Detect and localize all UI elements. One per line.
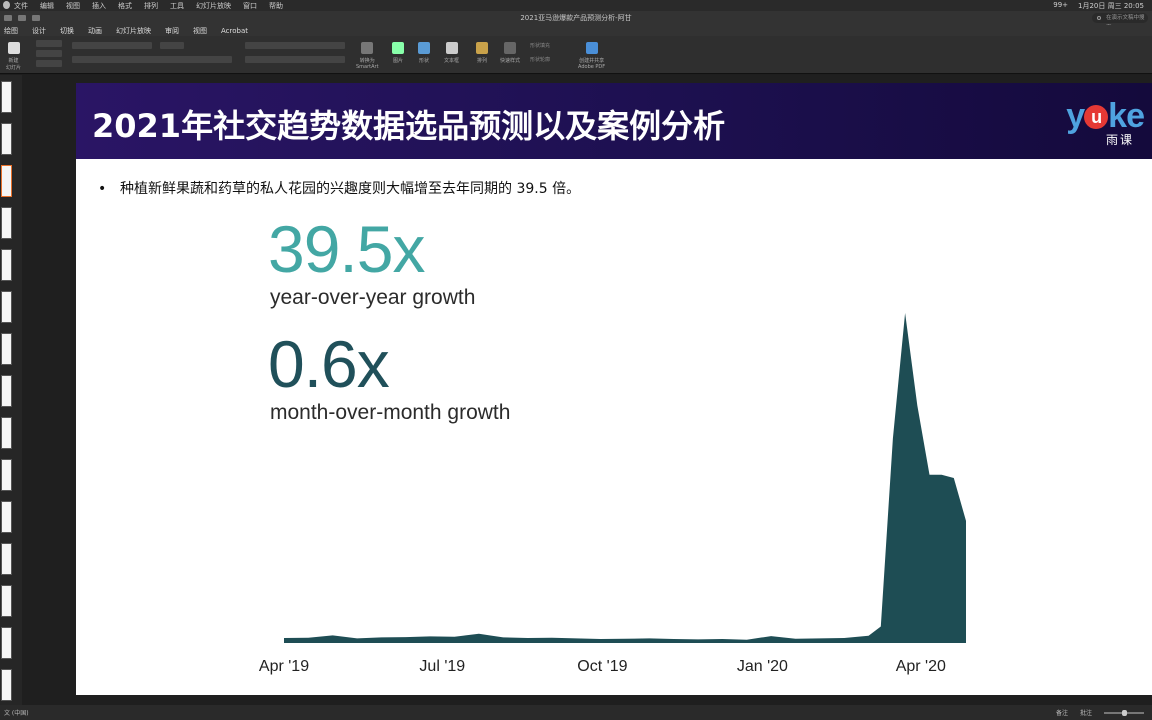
font-size-select[interactable]	[160, 42, 184, 49]
apple-icon[interactable]	[3, 1, 10, 9]
shape-fill-button[interactable]: 形状填充	[530, 42, 550, 49]
adobe-pdf-button[interactable]: 创建并共享 Adobe PDF	[578, 42, 605, 70]
tab-7[interactable]: Acrobat	[221, 27, 248, 35]
search-input[interactable]: 在演示文稿中搜索	[1092, 13, 1148, 31]
menu-item-7[interactable]: 幻灯片放映	[196, 1, 231, 11]
menu-item-6[interactable]: 工具	[170, 1, 184, 11]
menu-items: 文件 编辑 视图 插入 格式 排列 工具 幻灯片放映 窗口 帮助	[0, 1, 283, 11]
menu-item-9[interactable]: 帮助	[269, 1, 283, 11]
menu-item-1[interactable]: 编辑	[40, 1, 54, 11]
new-slide-label: 新建 幻灯片	[6, 58, 22, 71]
layout-button[interactable]	[36, 40, 62, 47]
menu-item-5[interactable]: 排列	[144, 1, 158, 11]
smartart-icon	[361, 42, 374, 54]
shape-label: 形状	[418, 58, 429, 64]
x-tick-label: Apr '19	[259, 658, 309, 675]
section-button[interactable]	[36, 60, 62, 67]
status-bar: 文 (中国) 备注 批注	[0, 705, 1152, 720]
quick-styles-label: 快速样式	[500, 58, 521, 64]
slide[interactable]: 2021年社交趋势数据选品预测以及案例分析 y u ke 雨课 • 种植新鲜果蔬和药草…	[76, 83, 1152, 695]
picture-icon	[392, 42, 404, 54]
slide-thumbnail[interactable]	[1, 333, 12, 365]
paragraph-group[interactable]	[245, 42, 345, 49]
status-area: 99+ 1月20日 周三 20:05	[1053, 1, 1152, 11]
slide-thumbnail[interactable]	[1, 81, 12, 113]
mom-growth-value: 0.6x	[268, 327, 390, 401]
slide-thumbnail[interactable]	[1, 459, 12, 491]
slide-thumbnail[interactable]	[1, 207, 12, 239]
comments-button[interactable]: 批注	[1080, 708, 1092, 717]
tab-6[interactable]: 视图	[193, 26, 207, 36]
textbox-label: 文本框	[444, 58, 460, 64]
menu-bar: 文件 编辑 视图 插入 格式 排列 工具 幻灯片放映 窗口 帮助 99+ 1月20日 周三 20:…	[0, 0, 1152, 11]
adobe-pdf-icon	[585, 42, 598, 54]
textbox-button[interactable]: 文本框	[444, 42, 459, 64]
battery-indicator[interactable]: 99+	[1053, 1, 1068, 11]
mom-growth-label: month-over-month growth	[270, 401, 511, 424]
tab-0[interactable]: 绘图	[4, 26, 18, 36]
document-title: 2021亚马逊爆款产品预测分析-阿甘	[520, 14, 632, 22]
arrange-icon	[476, 42, 488, 54]
arrange-label: 排列	[476, 58, 487, 64]
slide-thumbnail[interactable]	[1, 375, 12, 407]
reset-button[interactable]	[36, 50, 62, 57]
slide-thumbnail[interactable]	[1, 165, 12, 197]
ribbon-toolbar: 新建 幻灯片 转换为 SmartArt 图片 形状 文本框 排列 快速样式 形状…	[0, 36, 1152, 74]
slide-thumbnail[interactable]	[1, 249, 12, 281]
convert-smartart-button[interactable]: 转换为 SmartArt	[356, 42, 379, 70]
slide-thumbnail[interactable]	[1, 291, 12, 323]
slide-thumbnail[interactable]	[1, 585, 12, 617]
search-icon	[1097, 16, 1101, 20]
tab-3[interactable]: 动画	[88, 26, 102, 36]
ribbon-tabs: 绘图 设计 切换 动画 幻灯片放映 审阅 视图 Acrobat	[0, 25, 1152, 36]
title-bar: 2021亚马逊爆款产品预测分析-阿甘 在演示文稿中搜索	[0, 11, 1152, 31]
font-family-select[interactable]	[72, 42, 152, 49]
quick-styles-button[interactable]: 快速样式	[500, 42, 520, 64]
x-tick-label: Apr '20	[896, 658, 946, 675]
adobe-pdf-label: 创建并共享 Adobe PDF	[578, 58, 606, 70]
clock[interactable]: 1月20日 周三 20:05	[1078, 1, 1144, 11]
menu-item-8[interactable]: 窗口	[243, 1, 257, 11]
slide-thumbnail[interactable]	[1, 627, 12, 659]
tab-2[interactable]: 切换	[60, 26, 74, 36]
shape-icon	[418, 42, 430, 54]
interest-area-chart: Apr '19 Jul '19 Oct '19 Jan '20 Apr '20	[259, 313, 966, 675]
menu-item-0[interactable]: 文件	[14, 1, 28, 11]
new-slide-button[interactable]: 新建 幻灯片	[6, 42, 21, 71]
shape-button[interactable]: 形状	[418, 42, 430, 64]
tab-4[interactable]: 幻灯片放映	[116, 26, 151, 36]
tab-1[interactable]: 设计	[32, 26, 46, 36]
notes-button[interactable]: 备注	[1056, 708, 1068, 717]
new-slide-icon	[7, 42, 20, 54]
textbox-icon	[445, 42, 458, 54]
alignment-group[interactable]	[245, 56, 345, 63]
convert-smartart-label: 转换为 SmartArt	[356, 58, 379, 70]
yoy-growth-value: 39.5x	[268, 212, 425, 286]
shape-outline-button[interactable]: 形状轮廓	[530, 56, 550, 63]
arrange-button[interactable]: 排列	[476, 42, 488, 64]
x-tick-label: Jan '20	[737, 658, 788, 675]
quick-styles-icon	[504, 42, 516, 54]
picture-label: 图片	[392, 58, 403, 64]
slide-thumbnail[interactable]	[1, 501, 12, 533]
tab-5[interactable]: 审阅	[165, 26, 179, 36]
slide-thumbnail[interactable]	[1, 669, 12, 701]
menu-item-2[interactable]: 视图	[66, 1, 80, 11]
language-indicator[interactable]: 文 (中国)	[4, 708, 29, 717]
picture-button[interactable]: 图片	[392, 42, 404, 64]
slide-thumbnail[interactable]	[1, 417, 12, 449]
slide-thumbnail-panel[interactable]	[0, 75, 22, 705]
menu-item-4[interactable]: 格式	[118, 1, 132, 11]
font-format-group[interactable]	[72, 56, 232, 63]
x-tick-label: Oct '19	[577, 658, 627, 675]
x-tick-label: Jul '19	[419, 658, 465, 675]
menu-item-3[interactable]: 插入	[92, 1, 106, 11]
slide-thumbnail[interactable]	[1, 123, 12, 155]
zoom-slider[interactable]	[1104, 709, 1144, 716]
slide-thumbnail[interactable]	[1, 543, 12, 575]
yoy-growth-label: year-over-year growth	[270, 286, 476, 309]
